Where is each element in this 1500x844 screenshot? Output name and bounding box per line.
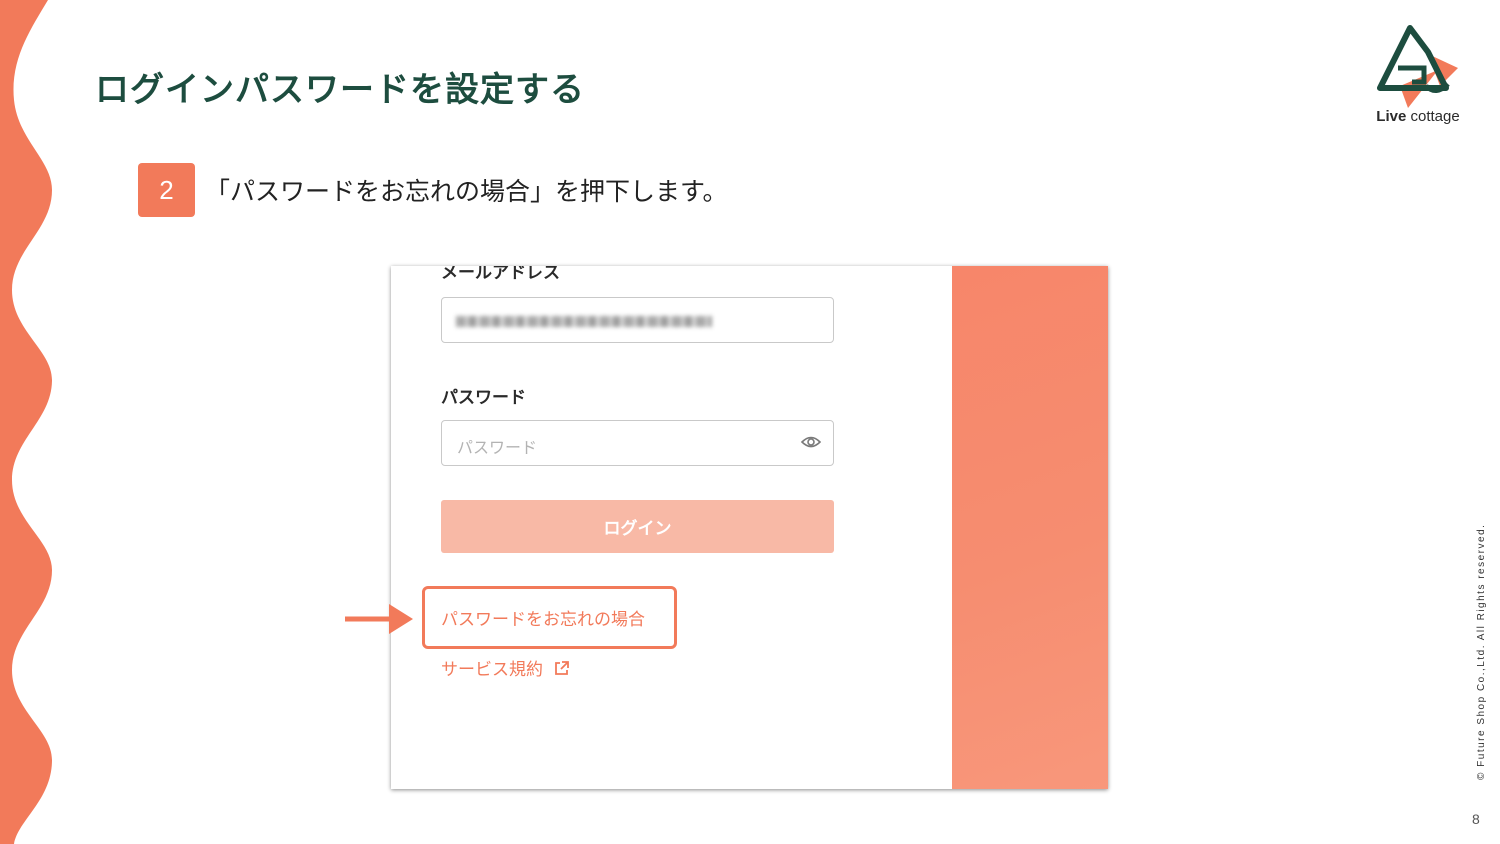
external-link-icon [555,660,569,675]
password-placeholder: パスワード [457,438,538,457]
house-mountain-logo-icon [1377,25,1458,108]
terms-of-service-link[interactable]: サービス規約 [441,655,570,680]
email-field[interactable] [441,297,834,343]
forgot-password-link[interactable]: パスワードをお忘れの場合 [441,605,645,630]
password-label: パスワード [441,388,526,408]
copyright-notice: © Future Shop Co.,Ltd. All Rights reserv… [1476,523,1487,780]
brand-name: Live cottage [1366,108,1470,125]
decorative-wave-edge [0,0,52,844]
eye-icon[interactable] [801,434,821,450]
decorative-side-panel [952,266,1108,789]
slide-title: ログインパスワードを設定する [95,70,585,110]
email-label: メールアドレス [441,266,560,283]
brand-name-bold: Live [1376,108,1407,125]
arrow-right-icon [345,604,413,634]
password-field[interactable]: パスワード [441,420,834,466]
step-number-badge: 2 [138,163,195,217]
brand-logo: Live cottage [1366,24,1470,132]
login-button[interactable]: ログイン [441,500,834,553]
login-screenshot: メールアドレス パスワード パスワード ログイン パスワードをお忘れの場合 サー… [391,266,1108,789]
brand-name-rest: cottage [1406,108,1460,125]
terms-link-label: サービス規約 [441,660,543,680]
step-instruction: 「パスワードをお忘れの場合」を押下します。 [205,177,728,206]
blurred-email-value [456,316,712,327]
page-number: 8 [1472,811,1480,827]
